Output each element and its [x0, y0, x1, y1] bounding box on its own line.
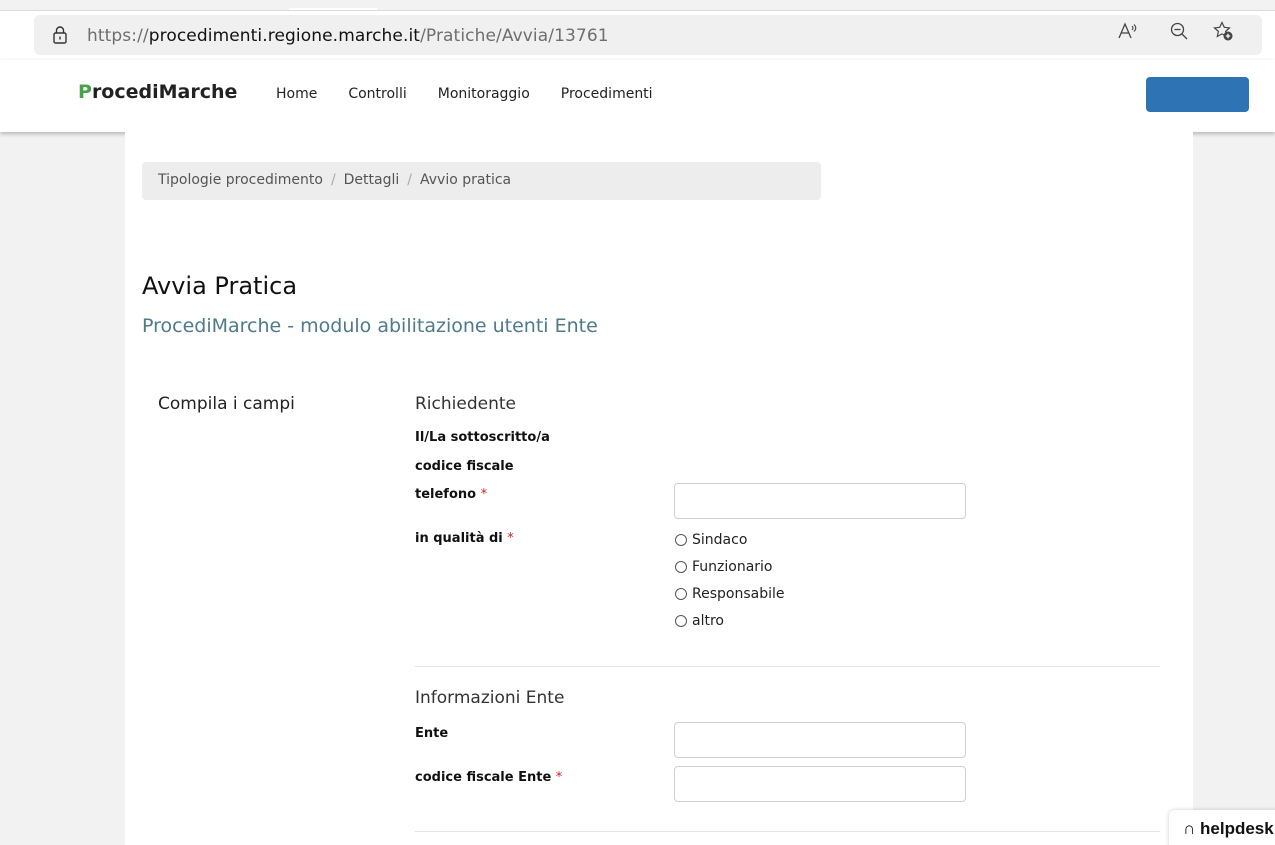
qualita-label-text: in qualità di [415, 531, 503, 546]
radio-circle[interactable] [675, 588, 687, 600]
zoom-out-icon[interactable] [1168, 20, 1190, 42]
radio-circle[interactable] [675, 534, 687, 546]
main-nav: Home Controlli Monitoraggio Procedimenti [276, 86, 653, 102]
qualita-label: in qualità di * [415, 531, 514, 546]
brand-name: rocediMarche [91, 81, 238, 103]
codice-fiscale-label: codice fiscale [415, 459, 514, 474]
radio-funzionario-label: Funzionario [692, 559, 773, 575]
radio-funzionario[interactable]: Funzionario [675, 559, 773, 575]
codice-fiscale-ente-label-text: codice fiscale Ente [415, 770, 552, 785]
nav-procedimenti[interactable]: Procedimenti [561, 86, 653, 102]
breadcrumb-avvio: Avvio pratica [420, 172, 512, 188]
url-host: procedimenti.regione.marche.it [148, 26, 421, 46]
page-title: Avvia Pratica [142, 272, 298, 300]
ente-label: Ente [415, 726, 449, 741]
address-bar[interactable]: https://procedimenti.regione.marche.it/P… [34, 15, 1262, 55]
breadcrumb: Tipologie procedimento / Dettagli / Avvio pr… [142, 162, 821, 200]
codice-fiscale-ente-input[interactable] [674, 766, 966, 802]
nav-monitoraggio[interactable]: Monitoraggio [438, 86, 530, 102]
read-aloud-icon[interactable] [1116, 20, 1138, 42]
url-path: /Pratiche/Avvia/13761 [420, 26, 609, 46]
form-side-label: Compila i campi [158, 394, 295, 414]
main-content: Tipologie procedimento / Dettagli / Avvio pr… [125, 132, 1193, 845]
sottoscritto-label: Il/La sottoscritto/a [415, 430, 550, 445]
radio-sindaco-label: Sindaco [692, 532, 748, 548]
url-text[interactable]: https://procedimenti.regione.marche.it/P… [87, 26, 609, 46]
lock-icon[interactable] [53, 26, 67, 44]
breadcrumb-dettagli[interactable]: Dettagli [344, 172, 400, 188]
add-favorite-icon[interactable] [1212, 20, 1234, 42]
brand-initial: P [78, 81, 92, 103]
ente-input[interactable] [674, 722, 966, 758]
required-marker: * [555, 770, 563, 785]
helpdesk-button[interactable]: ∩ helpdesk [1169, 810, 1275, 845]
breadcrumb-separator: / [330, 172, 336, 188]
radio-responsabile-label: Responsabile [692, 586, 785, 602]
page-subtitle: ProcediMarche - modulo abilitazione uten… [142, 315, 598, 337]
radio-circle[interactable] [675, 615, 687, 627]
section-informazioni-ente: Informazioni Ente [415, 688, 565, 708]
telefono-label: telefono * [415, 487, 487, 502]
radio-sindaco[interactable]: Sindaco [675, 532, 747, 548]
headset-icon: ∩ [1183, 819, 1196, 838]
section-divider [415, 666, 1160, 667]
radio-circle[interactable] [675, 561, 687, 573]
nav-controlli[interactable]: Controlli [348, 86, 406, 102]
user-button[interactable] [1146, 77, 1249, 112]
url-scheme: https:// [87, 26, 149, 46]
breadcrumb-separator: / [407, 172, 412, 188]
browser-toolbar: https://procedimenti.regione.marche.it/P… [0, 10, 1275, 60]
section-richiedente: Richiedente [415, 394, 516, 414]
required-marker: * [480, 487, 488, 502]
brand-logo[interactable]: ProcediMarche [78, 81, 237, 103]
telefono-input[interactable] [674, 483, 966, 519]
telefono-label-text: telefono [415, 487, 477, 502]
codice-fiscale-ente-label: codice fiscale Ente * [415, 770, 562, 785]
nav-home[interactable]: Home [276, 86, 317, 102]
browser-tabstrip [0, 0, 1275, 10]
helpdesk-label: helpdesk [1200, 819, 1274, 838]
section-divider [415, 831, 1160, 832]
breadcrumb-tipologie[interactable]: Tipologie procedimento [158, 172, 323, 188]
required-marker: * [507, 531, 514, 546]
radio-altro-label: altro [692, 613, 724, 629]
radio-altro[interactable]: altro [675, 613, 724, 629]
site-header: ProcediMarche Home Controlli Monitoraggi… [0, 60, 1275, 132]
radio-responsabile[interactable]: Responsabile [675, 586, 784, 602]
